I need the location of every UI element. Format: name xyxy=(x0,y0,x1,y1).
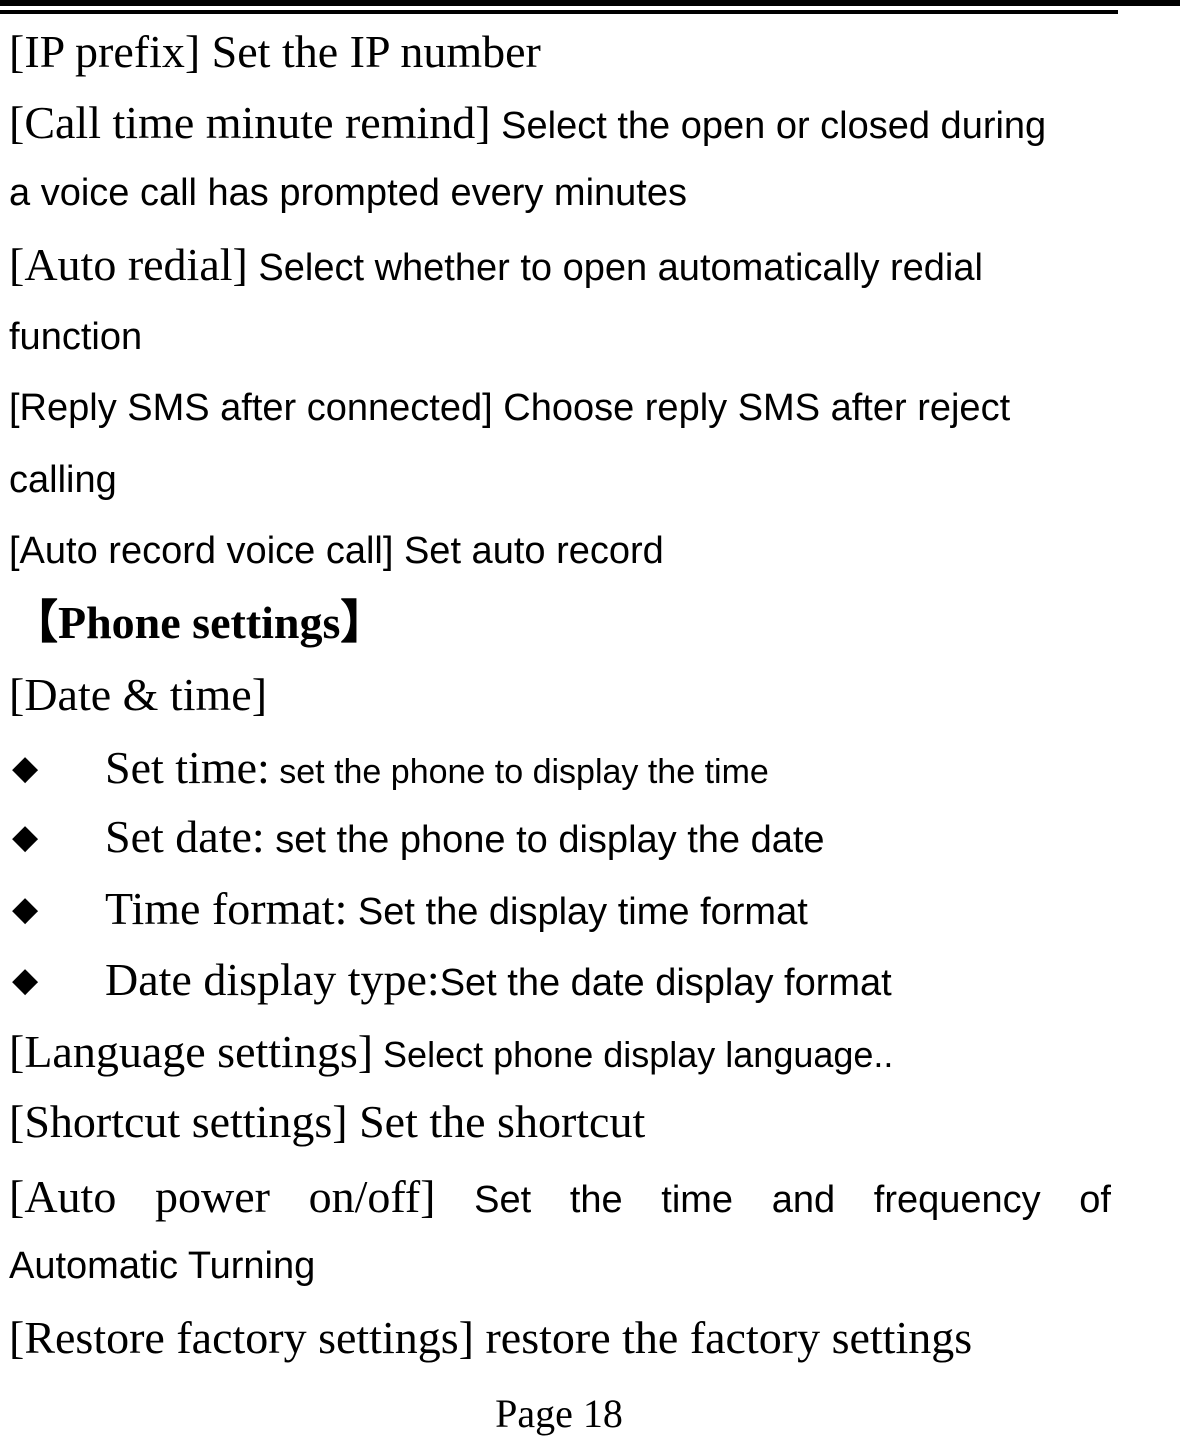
auto-power-line: [Auto power on/off] Set the time and fre… xyxy=(9,1174,1111,1220)
header-rule-thin xyxy=(0,10,1118,14)
language-settings-label: [Language settings] xyxy=(9,1026,374,1077)
auto-record-desc: Set auto record xyxy=(393,530,664,572)
auto-power-cont: Automatic Turning xyxy=(9,1245,316,1287)
call-time-remind-label: [Call time minute remind] xyxy=(9,97,491,148)
auto-power-word: on/off] xyxy=(308,1171,436,1222)
bullet-set-time: Set time: set the phone to display the t… xyxy=(105,745,769,791)
bullet-term: Set date: xyxy=(105,811,265,862)
reply-sms-line: [Reply SMS after connected] Choose reply… xyxy=(9,389,1010,427)
auto-redial-cont: function xyxy=(9,316,143,358)
bullet-term: Set time: xyxy=(105,742,270,793)
restore-factory-line: [Restore factory settings] restore the f… xyxy=(9,1315,972,1361)
restore-factory-label: [Restore factory settings] xyxy=(9,1312,474,1363)
auto-power-word: power xyxy=(154,1171,270,1222)
bullet-time-format: Time format: Set the display time format xyxy=(105,886,808,932)
shortcut-settings-desc: Set the shortcut xyxy=(347,1096,646,1147)
auto-record-label: [Auto record voice call] xyxy=(9,530,394,572)
diamond-bullet-icon: ◆ xyxy=(12,889,39,929)
auto-redial-label: [Auto redial] xyxy=(9,239,248,290)
reply-sms-label: [Reply SMS after connected] xyxy=(9,387,493,429)
ip-prefix-desc: Set the IP number xyxy=(200,26,541,77)
bullet-term: Time format: xyxy=(105,883,348,934)
auto-redial-desc: Select whether to open automatically red… xyxy=(247,247,983,289)
auto-record-line: [Auto record voice call] Set auto record xyxy=(9,532,664,570)
auto-power-word: [Auto xyxy=(9,1171,117,1222)
diamond-bullet-icon: ◆ xyxy=(12,748,39,788)
bullet-date-display-type: Date display type:Set the date display f… xyxy=(105,957,892,1003)
auto-power-word: and xyxy=(771,1179,836,1221)
auto-power-word: Set xyxy=(474,1179,532,1221)
section-heading-phone-settings: 【Phone settings】 xyxy=(12,597,387,648)
language-settings-line: [Language settings] Select phone display… xyxy=(9,1029,893,1075)
call-time-remind-line: [Call time minute remind] Select the ope… xyxy=(9,100,1046,146)
auto-power-word: time xyxy=(661,1179,734,1221)
bullet-desc: set the phone to display the time xyxy=(269,753,769,791)
header-rule-thick xyxy=(0,0,1180,6)
auto-power-word: the xyxy=(569,1179,623,1221)
page-number: Page 18 xyxy=(495,1391,623,1436)
diamond-bullet-icon: ◆ xyxy=(12,960,39,1000)
bullet-term: Date display type: xyxy=(105,954,440,1005)
bullet-desc: Set the date display format xyxy=(439,962,892,1004)
ip-prefix-line: [IP prefix] Set the IP number xyxy=(9,29,541,75)
bullet-desc: set the phone to display the date xyxy=(264,819,825,861)
auto-power-word: of xyxy=(1079,1179,1111,1221)
auto-redial-line: [Auto redial] Select whether to open aut… xyxy=(9,242,983,288)
diamond-bullet-icon: ◆ xyxy=(12,817,39,857)
shortcut-settings-line: [Shortcut settings] Set the shortcut xyxy=(9,1099,645,1145)
call-time-remind-desc: Select the open or closed during xyxy=(490,105,1047,147)
call-time-remind-cont: a voice call has prompted every minutes xyxy=(9,172,687,214)
auto-power-word: frequency xyxy=(873,1179,1041,1221)
restore-factory-desc: restore the factory settings xyxy=(473,1312,973,1363)
ip-prefix-label: [IP prefix] xyxy=(9,26,201,77)
bullet-desc: Set the display time format xyxy=(347,891,808,933)
reply-sms-cont: calling xyxy=(9,459,117,501)
reply-sms-desc: Choose reply SMS after reject xyxy=(492,387,1011,429)
date-time-label: [Date & time] xyxy=(9,669,268,720)
language-settings-desc: Select phone display language.. xyxy=(373,1034,894,1075)
shortcut-settings-label: [Shortcut settings] xyxy=(9,1096,348,1147)
bullet-set-date: Set date: set the phone to display the d… xyxy=(105,814,825,860)
